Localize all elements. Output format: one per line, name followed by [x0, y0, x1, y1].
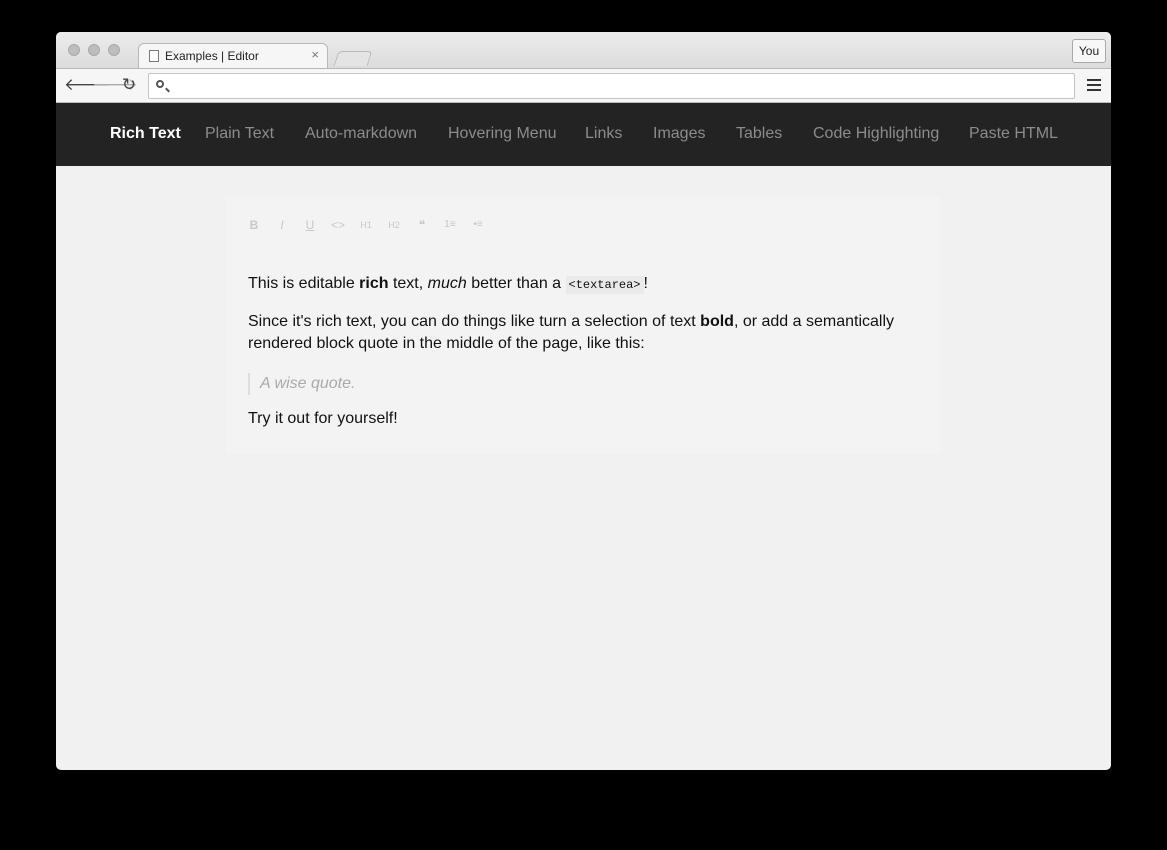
browser-tab[interactable]: Examples | Editor × [138, 43, 328, 69]
browser-window: Examples | Editor × You 🡐 🡒 ↻ Rich Text … [56, 32, 1111, 770]
minimize-window-button[interactable] [88, 44, 100, 56]
paragraph-intro[interactable]: This is editable rich text, much better … [248, 273, 648, 296]
tab-title: Examples | Editor [165, 49, 259, 63]
profile-button[interactable]: You [1072, 39, 1106, 63]
textarea-code: <textarea> [565, 276, 644, 294]
nav-item-links[interactable]: Links [585, 124, 622, 144]
block-quote[interactable]: A wise quote. [248, 373, 355, 395]
nav-item-paste-html[interactable]: Paste HTML [969, 124, 1058, 144]
menu-icon[interactable] [1087, 79, 1101, 91]
paragraph-description[interactable]: Since it's rich text, you can do things … [248, 311, 894, 355]
nav-item-code-highlighting[interactable]: Code Highlighting [813, 124, 939, 144]
address-input[interactable] [177, 77, 1061, 97]
back-arrow-icon[interactable]: 🡐 [64, 75, 110, 95]
tab-close-button[interactable]: × [311, 48, 319, 62]
nav-item-auto-markdown[interactable]: Auto-markdown [305, 124, 417, 144]
examples-nav: Rich Text Plain Text Auto-markdown Hover… [56, 103, 1111, 166]
numbered-list-button[interactable]: 1≡ [442, 217, 458, 233]
block-quote-button[interactable]: ❝ [414, 217, 430, 233]
underline-button[interactable]: U [302, 217, 318, 233]
address-bar[interactable] [148, 73, 1075, 99]
nav-item-images[interactable]: Images [653, 124, 705, 144]
italic-button[interactable]: I [274, 217, 290, 233]
bulleted-list-button[interactable]: •≡ [470, 217, 486, 233]
nav-item-plain-text[interactable]: Plain Text [205, 124, 274, 144]
forward-arrow-icon[interactable]: 🡒 [92, 75, 138, 95]
heading-one-button[interactable]: H1 [358, 217, 374, 233]
heading-two-button[interactable]: H2 [386, 217, 402, 233]
browser-toolbar: 🡐 🡒 ↻ [56, 68, 1111, 103]
nav-item-rich-text[interactable]: Rich Text [110, 124, 181, 144]
zoom-window-button[interactable] [108, 44, 120, 56]
new-tab-button[interactable] [333, 51, 373, 66]
title-bar: Examples | Editor × You [56, 32, 1111, 69]
editor-card: B I U <> H1 H2 ❝ 1≡ •≡ This is editable … [226, 196, 941, 454]
paragraph-closing[interactable]: Try it out for yourself! [248, 408, 398, 430]
bold-button[interactable]: B [246, 217, 262, 233]
code-button[interactable]: <> [330, 217, 346, 233]
search-icon [156, 80, 164, 88]
nav-item-tables[interactable]: Tables [736, 124, 782, 144]
close-window-button[interactable] [68, 44, 80, 56]
reload-icon[interactable]: ↻ [119, 75, 139, 95]
nav-item-hovering-menu[interactable]: Hovering Menu [448, 124, 557, 144]
document-icon [149, 50, 159, 62]
